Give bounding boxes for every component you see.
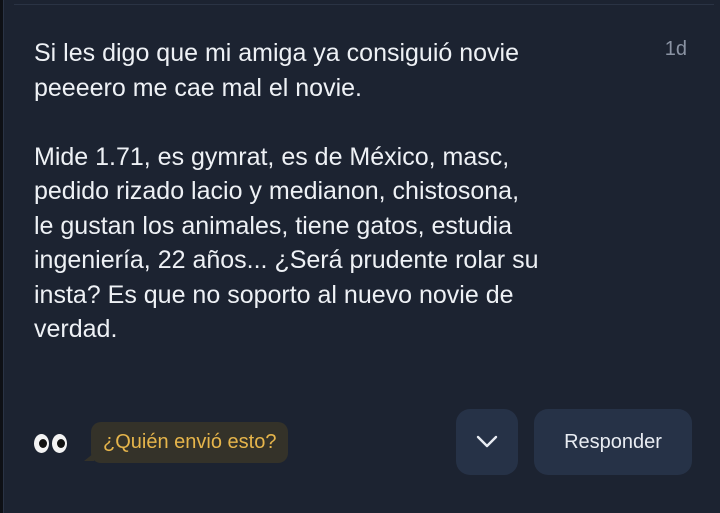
eye-left xyxy=(34,433,49,453)
message-text: Si les digo que mi amiga ya consiguió no… xyxy=(34,39,539,343)
eyes-icon xyxy=(34,428,74,458)
who-sent-label: ¿Quién envió esto? xyxy=(83,422,289,463)
reply-button[interactable]: Responder xyxy=(534,409,692,475)
chevron-down-icon xyxy=(476,435,498,448)
who-sent-button[interactable]: ¿Quién envió esto? xyxy=(83,422,289,463)
timestamp: 1d xyxy=(664,38,687,60)
more-options-button[interactable] xyxy=(456,409,518,475)
card-divider xyxy=(14,0,714,5)
eye-right xyxy=(52,433,67,453)
message-card: Si les digo que mi amiga ya consiguió no… xyxy=(3,0,720,513)
